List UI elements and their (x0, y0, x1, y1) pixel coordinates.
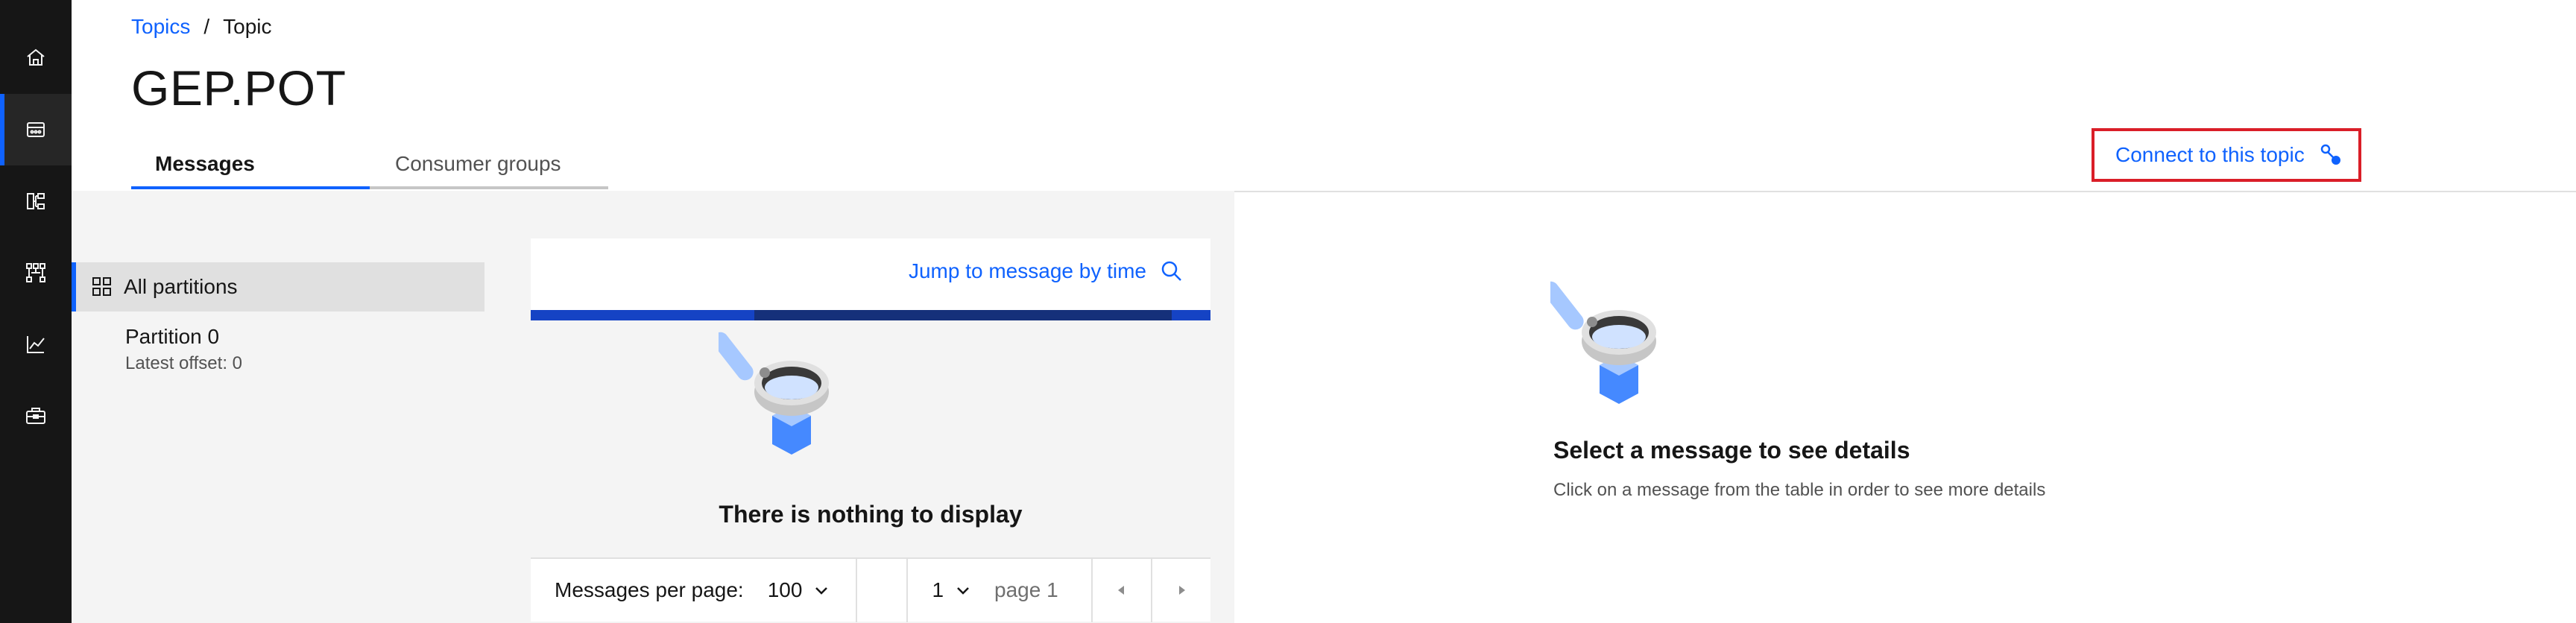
next-page-button[interactable] (1151, 558, 1210, 622)
empty-state-message: There is nothing to display (719, 501, 1023, 528)
rail-item-home[interactable] (0, 22, 72, 93)
partition-all-label: All partitions (124, 275, 238, 298)
tab-consumer-groups[interactable]: Consumer groups (370, 142, 608, 189)
breadcrumb-current: Topic (223, 15, 272, 38)
page-title: GEP.POT (131, 60, 347, 116)
rail-item-topics[interactable] (0, 94, 72, 165)
page-label: page 1 (994, 578, 1058, 601)
magnifier-illustration-icon (719, 332, 829, 455)
partition-name: Partition 0 (125, 325, 220, 348)
grid-icon (92, 277, 111, 296)
jump-to-message-label: Jump to message by time (908, 259, 1146, 282)
tab-list: Messages Consumer groups (131, 142, 608, 189)
items-per-page-value: 100 (767, 578, 803, 601)
connect-to-topic-label: Connect to this topic (2115, 143, 2305, 166)
search-icon (1161, 261, 1181, 281)
loading-bar (531, 310, 1210, 320)
chevron-down-icon (957, 587, 969, 595)
jump-to-message-by-time-link[interactable]: Jump to message by time (909, 259, 1184, 283)
connect-icon (2320, 144, 2340, 165)
pagination-bar: Messages per page: 100 1 page 1 (531, 557, 1210, 622)
breadcrumb-separator: / (203, 15, 210, 38)
partition-item[interactable]: Partition 0 Latest offset: 0 (72, 312, 484, 373)
caret-right-icon (1179, 586, 1185, 595)
loading-bar-segment (1172, 310, 1210, 320)
pager-divider (856, 558, 858, 622)
hierarchy-icon (27, 193, 45, 209)
chevron-down-icon (815, 587, 828, 595)
chart-icon (27, 336, 45, 353)
loading-bar-segment (531, 310, 754, 320)
partition-item-all[interactable]: All partitions (72, 262, 484, 312)
table-toolbar: Jump to message by time (531, 238, 1210, 310)
details-empty-subtitle: Click on a message from the table in ord… (1553, 480, 2046, 500)
rail-item-chart[interactable] (0, 309, 72, 380)
breadcrumb-topics-link[interactable]: Topics (131, 15, 190, 39)
message-table: Jump to message by time There is nothing… (531, 238, 1210, 623)
page-number-value: 1 (932, 578, 944, 601)
magnifier-illustration-icon (1550, 281, 1656, 404)
rail-item-network[interactable] (0, 237, 72, 309)
loading-bar-segment (754, 310, 1172, 320)
partition-list: All partitions Partition 0 Latest offset… (72, 262, 484, 373)
empty-state: There is nothing to display (531, 320, 1210, 537)
app-root: Topics / Topic GEP.POT Messages Consumer… (0, 0, 2576, 623)
page-number-select[interactable]: 1 (908, 578, 972, 602)
breadcrumb: Topics / Topic (131, 15, 272, 39)
tab-messages[interactable]: Messages (131, 142, 370, 189)
home-icon (27, 48, 45, 66)
toolbox-icon (26, 408, 45, 424)
partition-latest-offset: Latest offset: 0 (125, 353, 242, 373)
rail-item-toolbox[interactable] (0, 380, 72, 452)
caret-left-icon (1118, 586, 1124, 595)
items-per-page-label: Messages per page: (555, 578, 744, 601)
network-icon (26, 263, 45, 282)
topics-icon (27, 122, 45, 137)
previous-page-button[interactable] (1091, 558, 1151, 622)
connect-to-topic-button[interactable]: Connect to this topic (2092, 128, 2361, 182)
left-rail (0, 0, 72, 623)
details-empty-title: Select a message to see details (1553, 437, 1910, 464)
details-panel (1234, 191, 2576, 623)
rail-item-hierarchy[interactable] (0, 165, 72, 237)
items-per-page-select[interactable]: 100 (768, 578, 831, 602)
